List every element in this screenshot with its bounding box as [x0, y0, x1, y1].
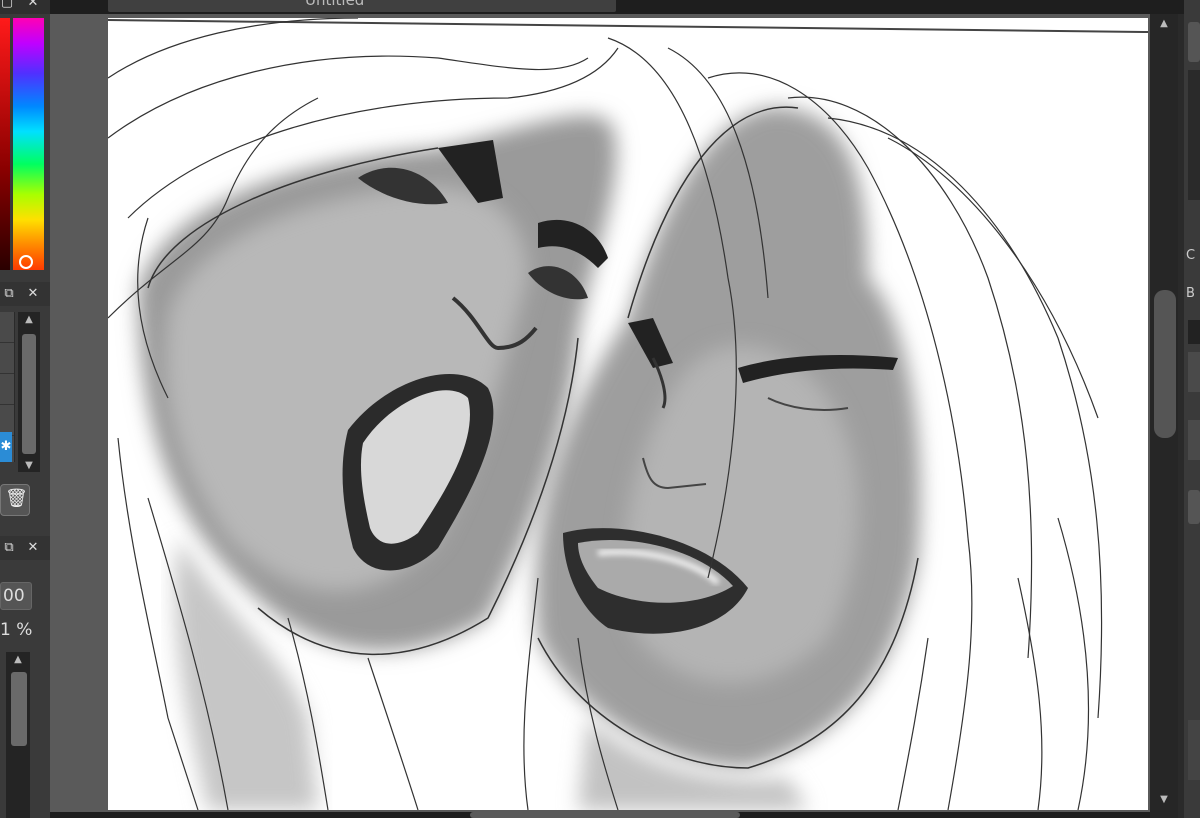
scroll-up-icon[interactable]: ▲	[22, 314, 36, 325]
close-icon[interactable]: ✕	[26, 287, 40, 301]
artwork	[108, 18, 1148, 810]
scroll-down-icon[interactable]: ▼	[1157, 794, 1171, 805]
brush-scrollbar[interactable]: ▲	[6, 652, 30, 818]
vertical-scroll-thumb[interactable]	[1154, 290, 1176, 438]
delete-layer-button[interactable]: 🗑	[0, 484, 30, 516]
panel-button[interactable]	[1188, 490, 1200, 524]
scroll-thumb[interactable]	[22, 334, 36, 454]
list-item[interactable]	[0, 312, 14, 343]
opacity-value: 1 %	[0, 620, 33, 640]
drawing-canvas[interactable]	[108, 18, 1148, 810]
hue-slider[interactable]	[13, 18, 44, 270]
scroll-up-icon[interactable]: ▲	[11, 654, 25, 665]
float-icon[interactable]: ⧉	[2, 287, 16, 301]
layer-list-scrollbar[interactable]: ▲ ▼	[18, 312, 40, 472]
document-title: Untitled	[305, 0, 365, 9]
list-item[interactable]	[0, 374, 14, 405]
close-icon[interactable]: ✕	[26, 541, 40, 555]
close-icon[interactable]: ✕	[26, 0, 40, 10]
hue-selector-ring[interactable]	[19, 255, 33, 269]
brush-size-field[interactable]: 00	[0, 582, 32, 610]
panel-field[interactable]	[1188, 420, 1200, 460]
trash-icon: 🗑	[5, 488, 28, 509]
float-icon[interactable]: ▢	[0, 0, 14, 10]
panel-label-b: B	[1186, 286, 1195, 301]
panel-preview	[1188, 70, 1200, 200]
layers-panel-header: ⧉ ✕	[0, 282, 50, 306]
scroll-up-icon[interactable]: ▲	[1157, 18, 1171, 29]
horizontal-scroll-thumb[interactable]	[470, 812, 740, 818]
color-value-strip[interactable]	[0, 18, 10, 270]
list-item[interactable]	[0, 343, 14, 374]
scroll-down-icon[interactable]: ▼	[22, 460, 36, 471]
float-icon[interactable]: ⧉	[2, 541, 16, 555]
panel-field[interactable]	[1188, 720, 1200, 780]
panel-button[interactable]	[1188, 22, 1200, 62]
panel-label-c: C	[1186, 248, 1196, 263]
scroll-thumb[interactable]	[11, 672, 27, 746]
panel-field[interactable]	[1188, 352, 1200, 392]
right-dock-panel: C B	[1184, 0, 1200, 818]
panel-field[interactable]	[1188, 320, 1200, 344]
color-panel-header: ▢ ✕	[0, 0, 50, 14]
gear-icon[interactable]: ✱	[0, 432, 12, 462]
brush-panel-header: ⧉ ✕	[0, 536, 50, 560]
